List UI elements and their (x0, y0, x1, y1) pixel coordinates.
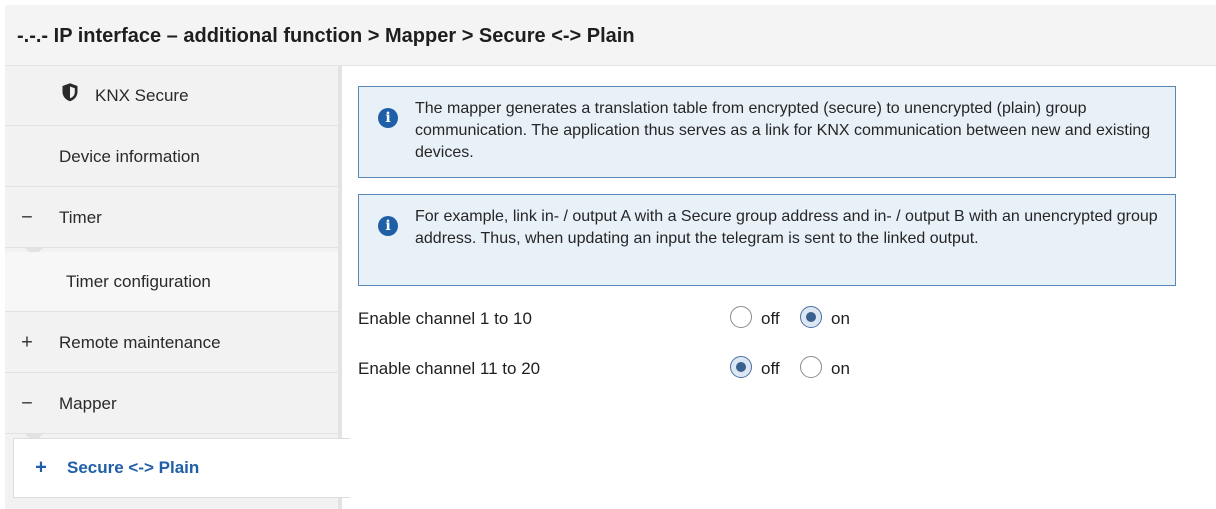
collapse-icon[interactable]: − (20, 392, 34, 415)
sidebar-item-knx-secure[interactable]: KNX Secure (5, 66, 338, 126)
sidebar-item-label: KNX Secure (95, 85, 189, 105)
collapse-icon[interactable]: − (20, 206, 34, 229)
radio-label-on: on (831, 359, 850, 378)
info-box: i The mapper generates a translation tab… (358, 86, 1176, 178)
sidebar-item-timer-configuration[interactable]: Timer configuration (5, 252, 338, 312)
expand-icon[interactable]: + (34, 457, 48, 480)
expand-icon[interactable]: + (20, 331, 34, 354)
param-label: Enable channel 1 to 10 (358, 309, 532, 328)
sidebar-item-label: Secure <-> Plain (67, 458, 200, 477)
radio-on[interactable] (800, 306, 822, 328)
info-box: i For example, link in- / output A with … (358, 194, 1176, 286)
param-row-channel-1-10: Enable channel 1 to 10 off on (358, 304, 1198, 334)
sidebar: KNX Secure Device information − Timer Ti… (5, 66, 350, 509)
title-bar: -.-.- IP interface – additional function… (5, 5, 1216, 66)
sidebar-item-label: Timer (59, 207, 102, 227)
radio-label-off: off (761, 309, 780, 328)
info-icon: i (378, 108, 398, 128)
sidebar-item-label: Remote maintenance (59, 332, 221, 352)
sidebar-item-label: Mapper (59, 393, 117, 413)
info-icon: i (378, 216, 398, 236)
param-row-channel-11-20: Enable channel 11 to 20 off on (358, 354, 1198, 384)
sidebar-item-mapper[interactable]: − Mapper (5, 374, 338, 434)
sidebar-item-label: Device information (59, 146, 200, 166)
sidebar-item-secure-plain[interactable]: + Secure <-> Plain (13, 438, 350, 498)
info-text: The mapper generates a translation table… (415, 100, 1151, 161)
sidebar-item-remote-maintenance[interactable]: + Remote maintenance (5, 313, 338, 373)
radio-label-on: on (831, 309, 850, 328)
sidebar-item-device-information[interactable]: Device information (5, 127, 338, 187)
sidebar-item-label: Timer configuration (66, 271, 211, 291)
radio-label-off: off (761, 359, 780, 378)
info-text: For example, link in- / output A with a … (415, 208, 1158, 247)
radio-on[interactable] (800, 356, 822, 378)
shield-icon (61, 82, 79, 107)
param-label: Enable channel 11 to 20 (358, 359, 541, 378)
radio-off[interactable] (730, 306, 752, 328)
radio-off[interactable] (730, 356, 752, 378)
page-title: -.-.- IP interface – additional function… (17, 25, 635, 47)
sidebar-item-timer[interactable]: − Timer (5, 188, 338, 248)
